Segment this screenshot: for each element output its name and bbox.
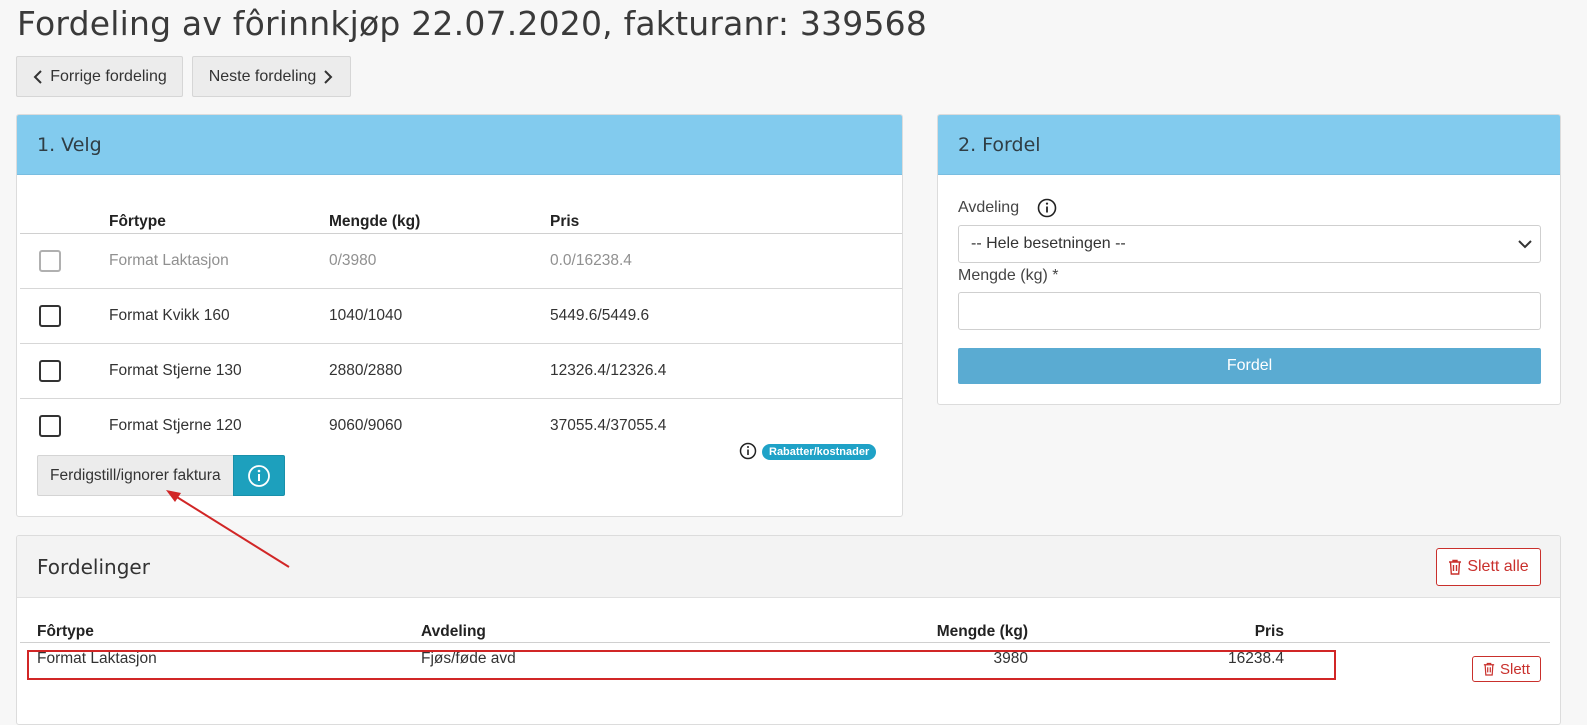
row-mengde: 9060/9060 — [329, 416, 403, 434]
column-header-fortype: Fôrtype — [108, 198, 328, 234]
distributions-table-header: Fôrtype Avdeling Mengde (kg) Pris — [20, 620, 1550, 643]
page-title: Fordeling av fôrinnkjøp 22.07.2020, fakt… — [17, 4, 928, 43]
column-header-avdeling: Avdeling — [403, 620, 809, 643]
row-fortype: Format Kvikk 160 — [108, 288, 328, 344]
column-header-pris: Pris — [549, 198, 902, 234]
fordelinger-card-header: Fordelinger — [17, 536, 1560, 598]
chevron-left-icon — [33, 69, 42, 84]
velg-card-header: 1. Velg — [17, 115, 902, 175]
row-checkbox[interactable] — [39, 304, 61, 327]
trash-icon — [1449, 559, 1462, 575]
trash-icon — [1483, 662, 1495, 676]
checkbox-column-header — [20, 198, 108, 234]
row-mengde: 0/3980 — [328, 233, 549, 289]
fordelinger-title: Fordelinger — [37, 554, 150, 579]
fordel-card: 2. Fordel Avdeling -- Hele besetningen -… — [937, 114, 1561, 405]
next-distribution-button[interactable]: Neste fordeling — [192, 56, 351, 97]
chevron-down-icon — [1518, 240, 1532, 249]
info-icon[interactable] — [1037, 198, 1057, 218]
delete-row-button[interactable]: Slett — [1472, 656, 1541, 682]
column-header-fortype: Fôrtype — [20, 620, 403, 643]
fordel-card-header: 2. Fordel — [938, 115, 1560, 175]
table-row: Format Laktasjon Fjøs/føde avd 3980 1623… — [20, 642, 1550, 676]
row-avdeling: Fjøs/føde avd — [421, 650, 516, 668]
chevron-right-icon — [324, 69, 333, 84]
row-mengde: 1040/1040 — [328, 288, 549, 344]
column-header-mengde: Mengde (kg) — [809, 620, 1029, 643]
row-mengde: 2880/2880 — [328, 343, 549, 399]
row-checkbox[interactable] — [39, 414, 61, 437]
row-fortype: Format Laktasjon — [37, 650, 157, 668]
fordelinger-card: Fordelinger Slett alle Fôrtype Avdeling … — [16, 535, 1561, 725]
finalize-ignore-invoice-button[interactable]: Ferdigstill/ignorer faktura — [37, 455, 233, 496]
row-fortype: Format Stjerne 120 — [109, 416, 242, 434]
row-mengde: 3980 — [993, 650, 1028, 668]
avdeling-selected-value: -- Hele besetningen -- — [971, 235, 1126, 252]
row-fortype: Format Stjerne 130 — [108, 343, 328, 399]
delete-all-label: Slett alle — [1467, 558, 1529, 575]
row-pris: 0.0/16238.4 — [549, 233, 902, 289]
row-pris: 12326.4/12326.4 — [549, 343, 902, 399]
row-pris: 16238.4 — [1227, 650, 1284, 668]
column-header-pris: Pris — [1029, 620, 1285, 643]
column-header-mengde: Mengde (kg) — [328, 198, 549, 234]
table-row: Format Stjerne 130 2880/2880 12326.4/123… — [20, 343, 902, 399]
table-row: Format Kvikk 160 1040/1040 5449.6/5449.6 — [20, 288, 902, 344]
avdeling-select[interactable]: -- Hele besetningen -- — [958, 225, 1541, 263]
velg-card: 1. Velg Fôrtype Mengde (kg) Pris Format … — [16, 114, 903, 517]
row-checkbox[interactable] — [39, 249, 61, 272]
prev-distribution-button[interactable]: Forrige fordeling — [16, 56, 183, 97]
feed-type-table-header: Fôrtype Mengde (kg) Pris — [20, 198, 902, 234]
info-icon — [247, 464, 270, 487]
mengde-label: Mengde (kg) * — [958, 267, 1059, 284]
table-row: Format Laktasjon 0/3980 0.0/16238.4 — [20, 233, 902, 289]
discount-costs-badge[interactable]: Rabatter/kostnader — [762, 444, 877, 460]
fordel-button[interactable]: Fordel — [958, 348, 1541, 384]
feed-type-table: Fôrtype Mengde (kg) Pris Format Laktasjo… — [20, 198, 902, 453]
row-checkbox[interactable] — [39, 359, 61, 382]
row-fortype: Format Laktasjon — [108, 233, 328, 289]
row-pris: 5449.6/5449.6 — [549, 288, 902, 344]
info-icon[interactable] — [739, 442, 757, 460]
avdeling-label: Avdeling — [958, 199, 1020, 216]
prev-distribution-label: Forrige fordeling — [50, 67, 167, 85]
mengde-input[interactable] — [958, 292, 1541, 330]
delete-all-button[interactable]: Slett alle — [1436, 548, 1541, 586]
distributions-table: Fôrtype Avdeling Mengde (kg) Pris Format… — [20, 620, 1550, 676]
actions-column-header — [1285, 620, 1550, 643]
next-distribution-label: Neste fordeling — [208, 67, 317, 85]
finalize-info-button[interactable] — [232, 455, 285, 496]
finalize-button-group: Ferdigstill/ignorer faktura — [37, 455, 285, 496]
delete-row-label: Slett — [1499, 660, 1530, 678]
